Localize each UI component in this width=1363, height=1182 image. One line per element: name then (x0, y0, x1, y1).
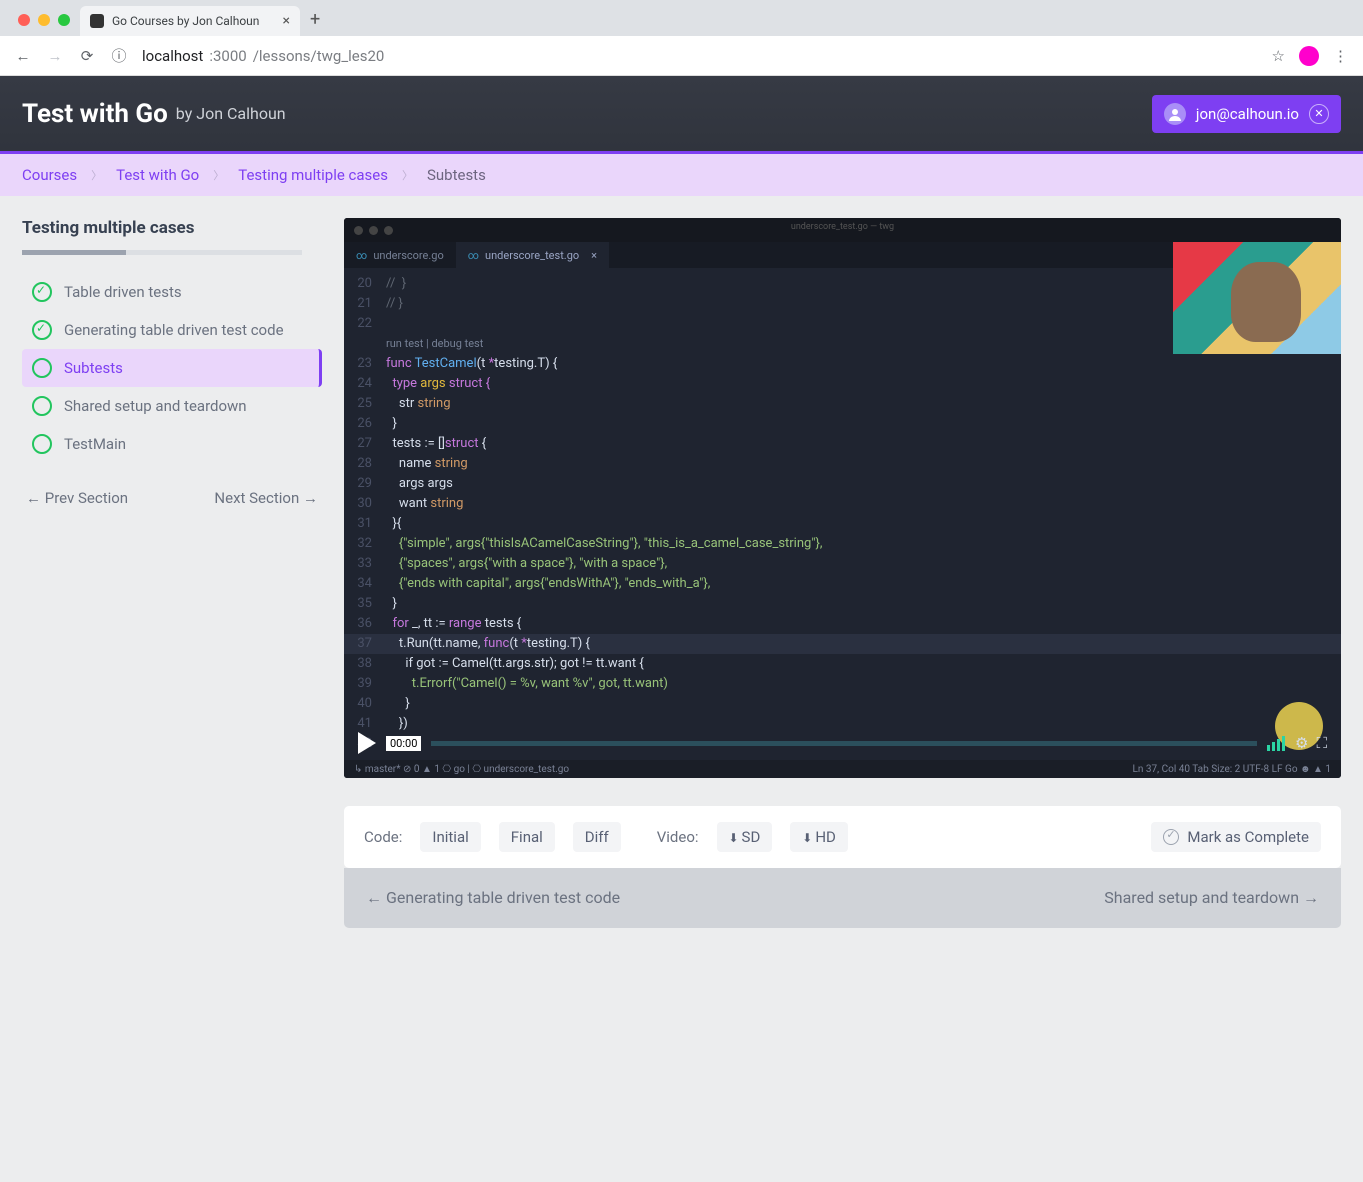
code-label: Code: (364, 828, 402, 846)
settings-icon[interactable]: ⚙ (1295, 734, 1308, 752)
close-icon[interactable]: × (591, 249, 597, 262)
mark-complete-button[interactable]: Mark as Complete (1151, 822, 1321, 852)
go-file-icon: ∞ (356, 249, 367, 262)
url-field[interactable]: localhost :3000/lessons/twg_les20 (142, 47, 1258, 65)
new-tab-button[interactable]: + (300, 9, 330, 36)
breadcrumb-item[interactable]: Courses (22, 166, 77, 184)
browser-menu-icon[interactable]: ⋮ (1333, 47, 1349, 65)
bookmark-icon[interactable]: ☆ (1272, 47, 1285, 65)
browser-chrome: Go Courses by Jon Calhoun × + ← → ⟳ ⓘ lo… (0, 0, 1363, 76)
editor-window-title: underscore_test.go — twg (791, 222, 894, 232)
video-label: Video: (657, 828, 699, 846)
section-title: Testing multiple cases (22, 218, 322, 238)
go-file-icon: ∞ (468, 249, 479, 262)
webcam-overlay (1173, 242, 1341, 354)
back-button[interactable]: ← (14, 47, 32, 65)
fullscreen-icon[interactable]: ⛶ (1316, 734, 1327, 752)
check-circle-icon (1163, 829, 1179, 845)
window-controls[interactable] (8, 14, 80, 36)
sidebar-item[interactable]: Generating table driven test code (22, 311, 322, 349)
section-nav: ← Prev Section Next Section → (22, 489, 322, 507)
breadcrumb: Courses 〉 Test with Go 〉 Testing multipl… (0, 154, 1363, 196)
sidebar-item-active[interactable]: Subtests (22, 349, 322, 387)
code-diff-button[interactable]: Diff (573, 822, 621, 852)
url-path: /lessons/twg_les20 (253, 47, 385, 65)
close-tab-icon[interactable]: × (283, 13, 290, 29)
lesson-toolbar: Code: Initial Final Diff Video: SD HD Ma… (344, 806, 1341, 868)
sidebar-item-label: Generating table driven test code (64, 321, 284, 339)
lesson-sidebar: Testing multiple cases Table driven test… (22, 218, 322, 928)
sidebar-item-label: Table driven tests (64, 283, 182, 301)
video-controls: 00:00 ⚙ ⛶ (344, 728, 1341, 758)
course-author: by Jon Calhoun (176, 104, 286, 123)
sidebar-item-label: Subtests (64, 359, 123, 377)
site-info-icon[interactable]: ⓘ (110, 45, 128, 66)
user-menu[interactable]: jon@calhoun.io ✕ (1152, 95, 1341, 133)
code-final-button[interactable]: Final (499, 822, 555, 852)
next-lesson-link[interactable]: Shared setup and teardown → (1104, 888, 1319, 908)
address-bar: ← → ⟳ ⓘ localhost :3000/lessons/twg_les20… (0, 36, 1363, 76)
breadcrumb-item[interactable]: Testing multiple cases (238, 166, 388, 184)
forward-button[interactable]: → (46, 47, 64, 65)
circle-icon (32, 358, 52, 378)
maximize-window-icon[interactable] (58, 14, 70, 26)
seek-bar[interactable] (431, 741, 1257, 746)
breadcrumb-item[interactable]: Test with Go (116, 166, 199, 184)
time-tooltip: 00:00 (386, 736, 421, 751)
video-player[interactable]: underscore_test.go — twg ∞underscore.go … (344, 218, 1341, 778)
app-header: Test with Go by Jon Calhoun jon@calhoun.… (0, 76, 1363, 154)
logout-icon[interactable]: ✕ (1309, 104, 1329, 124)
next-section-link[interactable]: Next Section → (214, 489, 318, 507)
download-hd-button[interactable]: HD (790, 822, 848, 852)
lesson-nav: ← Generating table driven test code Shar… (344, 868, 1341, 928)
close-window-icon[interactable] (18, 14, 30, 26)
chevron-right-icon: 〉 (91, 167, 102, 183)
browser-tab-bar: Go Courses by Jon Calhoun × + (0, 0, 1363, 36)
profile-avatar-icon[interactable] (1299, 46, 1319, 66)
chevron-right-icon: 〉 (213, 167, 224, 183)
tab-title: Go Courses by Jon Calhoun (112, 14, 259, 28)
code-initial-button[interactable]: Initial (420, 822, 480, 852)
reload-button[interactable]: ⟳ (78, 47, 96, 65)
content-area: Testing multiple cases Table driven test… (0, 196, 1363, 950)
browser-tab[interactable]: Go Courses by Jon Calhoun × (80, 6, 300, 36)
editor-tab-active[interactable]: ∞underscore_test.go × (456, 242, 609, 268)
status-right: Ln 37, Col 40 Tab Size: 2 UTF-8 LF Go ☻ … (1133, 764, 1331, 775)
progress-bar (22, 250, 302, 255)
play-button[interactable] (358, 732, 376, 754)
main-panel: underscore_test.go — twg ∞underscore.go … (344, 218, 1341, 928)
sidebar-item[interactable]: Shared setup and teardown (22, 387, 322, 425)
favicon-icon (90, 14, 104, 28)
sidebar-item[interactable]: TestMain (22, 425, 322, 463)
chevron-right-icon: 〉 (402, 167, 413, 183)
prev-section-link[interactable]: ← Prev Section (26, 489, 128, 507)
sidebar-item-label: TestMain (64, 435, 126, 453)
minimize-window-icon[interactable] (38, 14, 50, 26)
check-icon (32, 282, 52, 302)
url-port: :3000 (209, 47, 246, 65)
user-email: jon@calhoun.io (1196, 105, 1299, 123)
check-icon (32, 320, 52, 340)
circle-icon (32, 396, 52, 416)
download-sd-button[interactable]: SD (717, 822, 773, 852)
course-title: Test with Go (22, 99, 168, 129)
url-host: localhost (142, 47, 203, 65)
editor-tab[interactable]: ∞underscore.go (344, 242, 456, 268)
status-left: ↳ master* ⊘ 0 ▲ 1 ⎔ go | ⎔ underscore_te… (354, 764, 569, 775)
editor-status-bar: ↳ master* ⊘ 0 ▲ 1 ⎔ go | ⎔ underscore_te… (344, 760, 1341, 778)
user-avatar-icon (1164, 103, 1186, 125)
breadcrumb-current: Subtests (427, 166, 486, 184)
volume-icon[interactable] (1267, 736, 1285, 751)
prev-lesson-link[interactable]: ← Generating table driven test code (366, 888, 620, 908)
sidebar-item-label: Shared setup and teardown (64, 397, 247, 415)
circle-icon (32, 434, 52, 454)
sidebar-item[interactable]: Table driven tests (22, 273, 322, 311)
